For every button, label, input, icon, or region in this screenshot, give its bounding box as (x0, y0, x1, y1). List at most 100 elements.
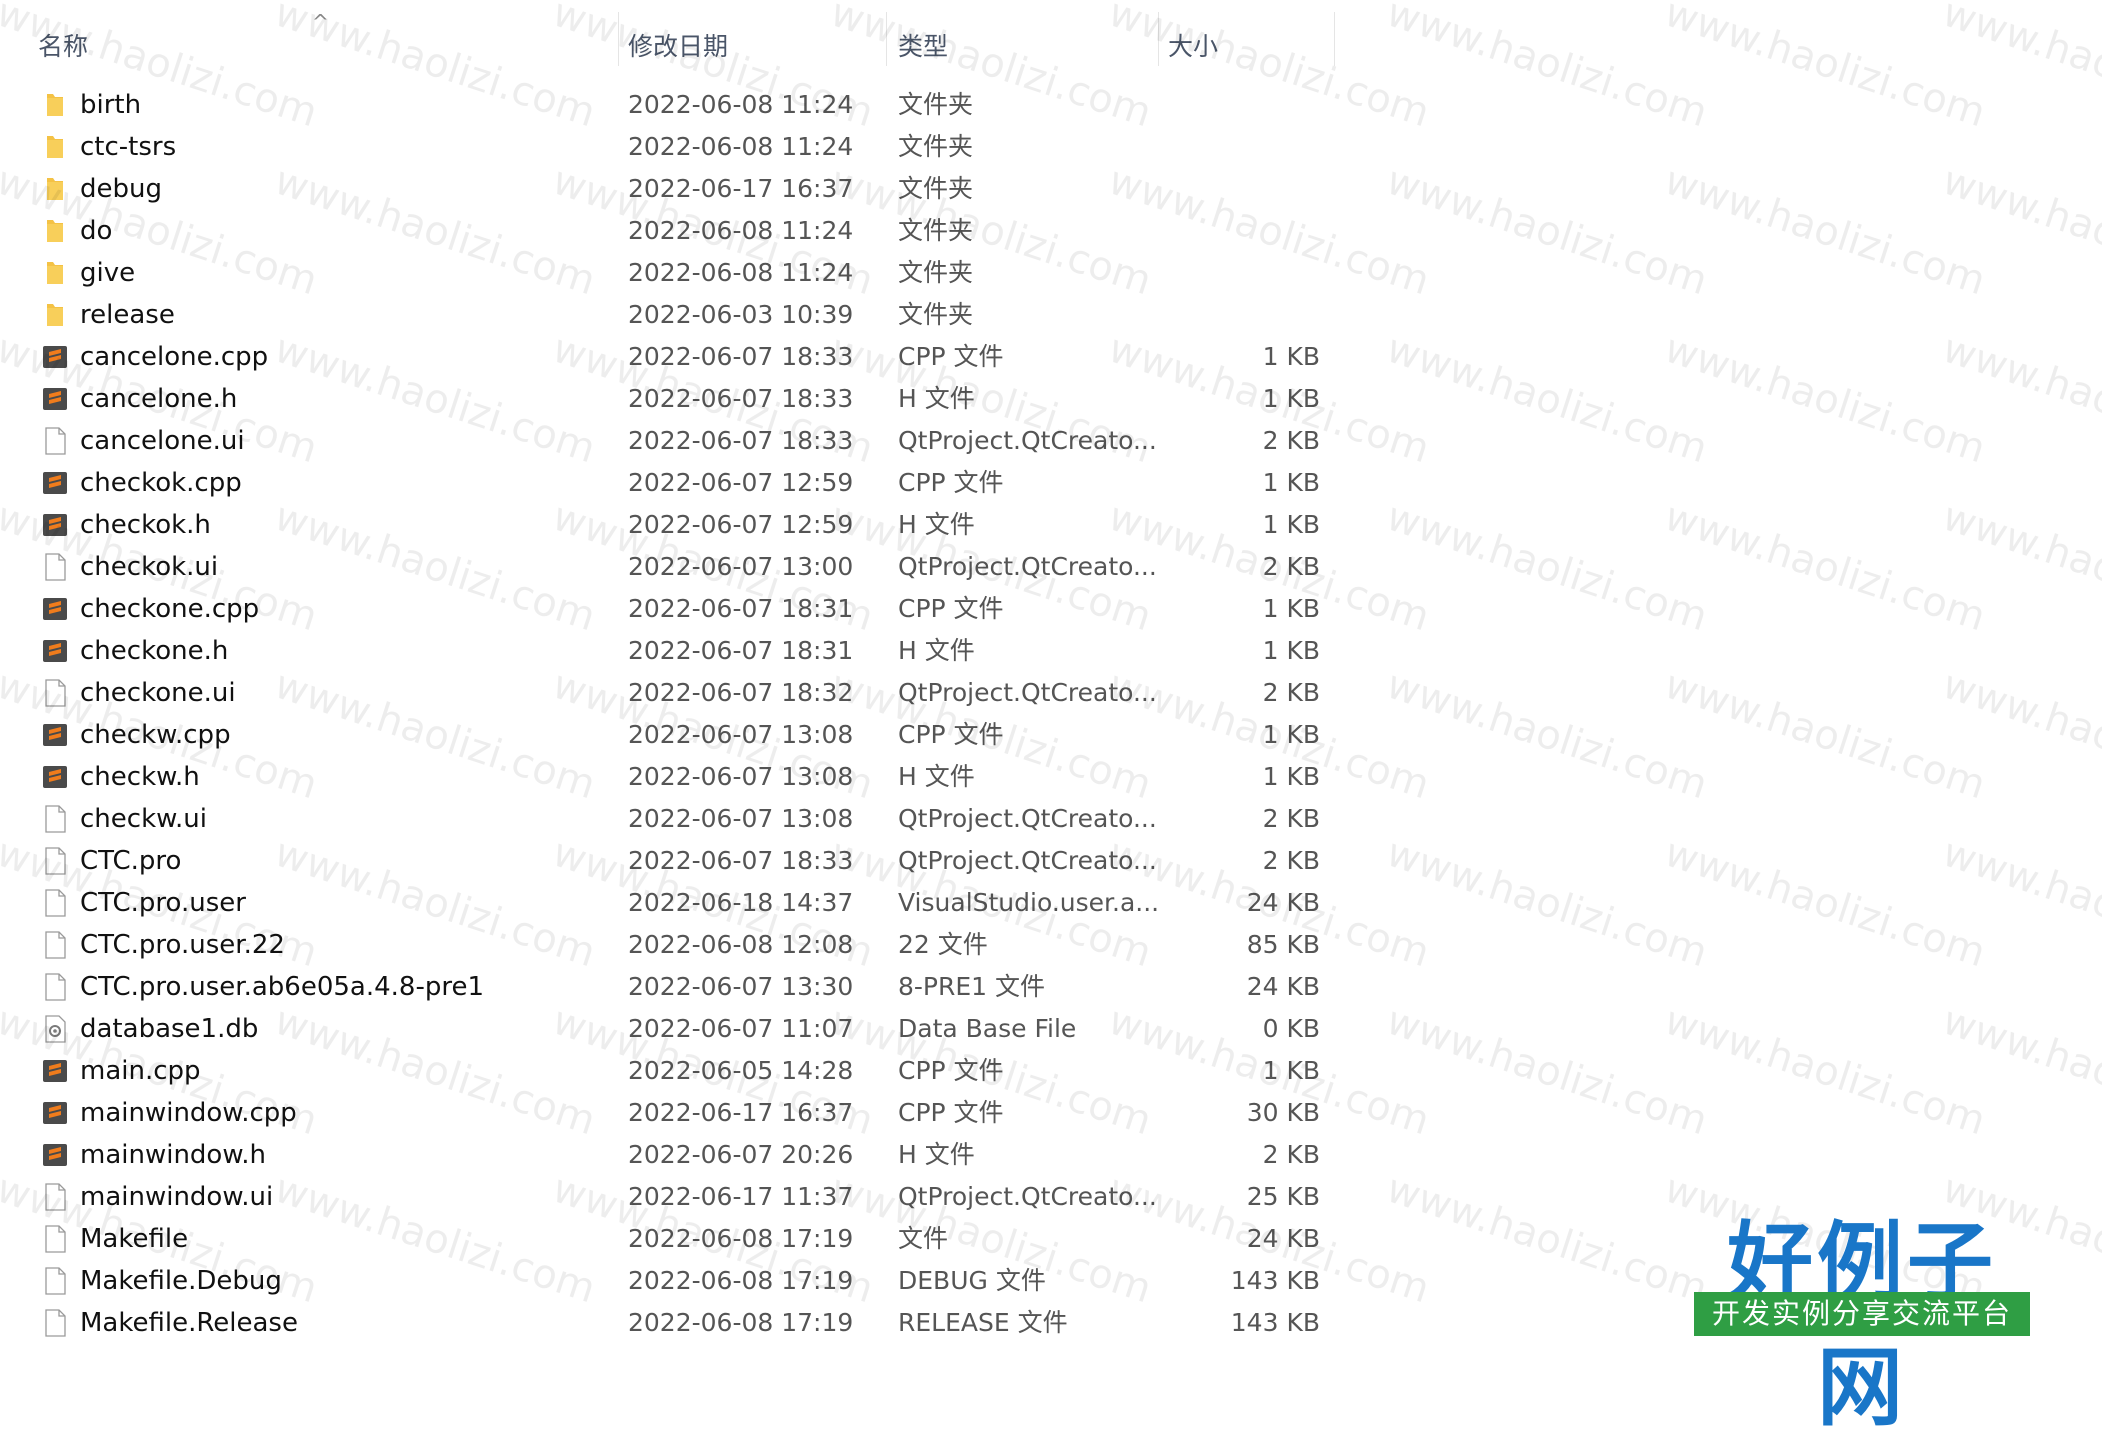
column-divider[interactable] (886, 12, 887, 66)
file-row[interactable]: CTC.pro.user 2022-06-18 14:37 VisualStudio… (0, 882, 2102, 924)
file-name: birth (80, 90, 142, 120)
column-divider[interactable] (618, 12, 619, 66)
file-name: release (80, 300, 175, 330)
blank-file-icon (40, 1266, 70, 1296)
file-row[interactable]: give 2022-06-08 11:24 文件夹 (0, 252, 2102, 294)
file-name: mainwindow.h (80, 1140, 266, 1170)
file-row[interactable]: mainwindow.h 2022-06-07 20:26 H 文件 2 KB (0, 1134, 2102, 1176)
file-type: 文件夹 (898, 132, 974, 161)
sublime-file-icon (40, 720, 70, 750)
file-type: QtProject.QtCreato... (898, 426, 1157, 455)
file-type: Data Base File (898, 1014, 1077, 1043)
file-name: checkok.ui (80, 552, 219, 582)
file-size: 1 KB (1262, 1056, 1320, 1085)
file-row[interactable]: CTC.pro 2022-06-07 18:33 QtProject.QtCreat… (0, 840, 2102, 882)
column-divider[interactable] (1334, 12, 1335, 66)
file-modified-date: 2022-06-07 12:59 (628, 510, 854, 539)
file-size: 30 KB (1246, 1098, 1320, 1127)
file-name: CTC.pro.user (80, 888, 246, 918)
file-type: H 文件 (898, 762, 975, 791)
blank-file-icon (40, 426, 70, 456)
file-size: 0 KB (1262, 1014, 1320, 1043)
file-row[interactable]: checkone.h 2022-06-07 18:31 H 文件 1 KB (0, 630, 2102, 672)
file-modified-date: 2022-06-07 18:31 (628, 636, 854, 665)
file-type: H 文件 (898, 636, 975, 665)
file-row[interactable]: main.cpp 2022-06-05 14:28 CPP 文件 1 KB (0, 1050, 2102, 1092)
file-name: checkw.ui (80, 804, 207, 834)
file-row[interactable]: database1.db 2022-06-07 11:07 Data Base Fi… (0, 1008, 2102, 1050)
file-type: CPP 文件 (898, 468, 1004, 497)
file-row[interactable]: do 2022-06-08 11:24 文件夹 (0, 210, 2102, 252)
file-size: 2 KB (1262, 846, 1320, 875)
file-row[interactable]: CTC.pro.user.ab6e05a.4.8-pre1 2022-06-07 … (0, 966, 2102, 1008)
sublime-file-icon (40, 384, 70, 414)
file-row[interactable]: cancelone.ui 2022-06-07 18:33 QtProject.Qt… (0, 420, 2102, 462)
column-header-size[interactable]: 大小 (1168, 30, 1218, 64)
file-name: CTC.pro.user.22 (80, 930, 285, 960)
file-type: H 文件 (898, 510, 975, 539)
file-row[interactable]: release 2022-06-03 10:39 文件夹 (0, 294, 2102, 336)
file-modified-date: 2022-06-07 11:07 (628, 1014, 854, 1043)
folder-icon (40, 174, 70, 204)
file-modified-date: 2022-06-07 13:08 (628, 720, 854, 749)
folder-icon (40, 90, 70, 120)
file-type: 8-PRE1 文件 (898, 972, 1046, 1001)
file-row[interactable]: mainwindow.cpp 2022-06-17 16:37 CPP 文件 30 K… (0, 1092, 2102, 1134)
file-row[interactable]: checkone.ui 2022-06-07 18:32 QtProject.QtC… (0, 672, 2102, 714)
file-name: cancelone.h (80, 384, 238, 414)
file-row[interactable]: birth 2022-06-08 11:24 文件夹 (0, 84, 2102, 126)
blank-file-icon (40, 1182, 70, 1212)
file-type: DEBUG 文件 (898, 1266, 1046, 1295)
file-type: H 文件 (898, 1140, 975, 1169)
file-row[interactable]: CTC.pro.user.22 2022-06-08 12:08 22 文件 85 K… (0, 924, 2102, 966)
column-header-name[interactable]: 名称 (38, 30, 88, 64)
file-modified-date: 2022-06-07 20:26 (628, 1140, 854, 1169)
file-modified-date: 2022-06-08 11:24 (628, 216, 854, 245)
file-row[interactable]: ctc-tsrs 2022-06-08 11:24 文件夹 (0, 126, 2102, 168)
file-size: 1 KB (1262, 636, 1320, 665)
file-size (1160, 252, 1320, 294)
file-size: 1 KB (1262, 510, 1320, 539)
file-row[interactable]: checkone.cpp 2022-06-07 18:31 CPP 文件 1 KB (0, 588, 2102, 630)
file-size: 2 KB (1262, 804, 1320, 833)
file-type: VisualStudio.user.a... (898, 888, 1158, 917)
folder-icon (40, 300, 70, 330)
blank-file-icon (40, 804, 70, 834)
file-size: 2 KB (1262, 552, 1320, 581)
file-row[interactable]: debug 2022-06-17 16:37 文件夹 (0, 168, 2102, 210)
file-row[interactable]: checkw.cpp 2022-06-07 13:08 CPP 文件 1 KB (0, 714, 2102, 756)
blank-file-icon (40, 846, 70, 876)
column-header-date[interactable]: 修改日期 (628, 30, 728, 64)
file-row[interactable]: checkok.cpp 2022-06-07 12:59 CPP 文件 1 KB (0, 462, 2102, 504)
file-name: checkone.ui (80, 678, 236, 708)
column-header-type[interactable]: 类型 (898, 30, 948, 64)
file-size: 1 KB (1262, 594, 1320, 623)
file-size (1160, 210, 1320, 252)
file-name: checkok.cpp (80, 468, 242, 498)
file-name: Makefile.Release (80, 1308, 298, 1338)
file-size: 2 KB (1262, 1140, 1320, 1169)
file-size: 25 KB (1246, 1182, 1320, 1211)
sublime-file-icon (40, 1056, 70, 1086)
file-modified-date: 2022-06-07 12:59 (628, 468, 854, 497)
file-row[interactable]: checkok.h 2022-06-07 12:59 H 文件 1 KB (0, 504, 2102, 546)
file-row[interactable]: checkw.h 2022-06-07 13:08 H 文件 1 KB (0, 756, 2102, 798)
file-type: QtProject.QtCreato... (898, 846, 1157, 875)
file-type: QtProject.QtCreato... (898, 678, 1157, 707)
file-size: 85 KB (1246, 930, 1320, 959)
file-type: CPP 文件 (898, 1056, 1004, 1085)
file-row[interactable]: cancelone.h 2022-06-07 18:33 H 文件 1 KB (0, 378, 2102, 420)
file-row[interactable]: checkok.ui 2022-06-07 13:00 QtProject.QtCr… (0, 546, 2102, 588)
file-row[interactable]: cancelone.cpp 2022-06-07 18:33 CPP 文件 1 KB (0, 336, 2102, 378)
file-type: CPP 文件 (898, 1098, 1004, 1127)
file-row[interactable]: checkw.ui 2022-06-07 13:08 QtProject.QtCre… (0, 798, 2102, 840)
file-modified-date: 2022-06-08 17:19 (628, 1308, 854, 1337)
blank-file-icon (40, 1308, 70, 1338)
file-modified-date: 2022-06-17 16:37 (628, 1098, 854, 1127)
file-modified-date: 2022-06-08 11:24 (628, 90, 854, 119)
file-type: QtProject.QtCreato... (898, 1182, 1157, 1211)
file-modified-date: 2022-06-07 18:33 (628, 846, 854, 875)
file-name: mainwindow.cpp (80, 1098, 297, 1128)
column-divider[interactable] (1158, 12, 1159, 66)
file-modified-date: 2022-06-07 18:31 (628, 594, 854, 623)
